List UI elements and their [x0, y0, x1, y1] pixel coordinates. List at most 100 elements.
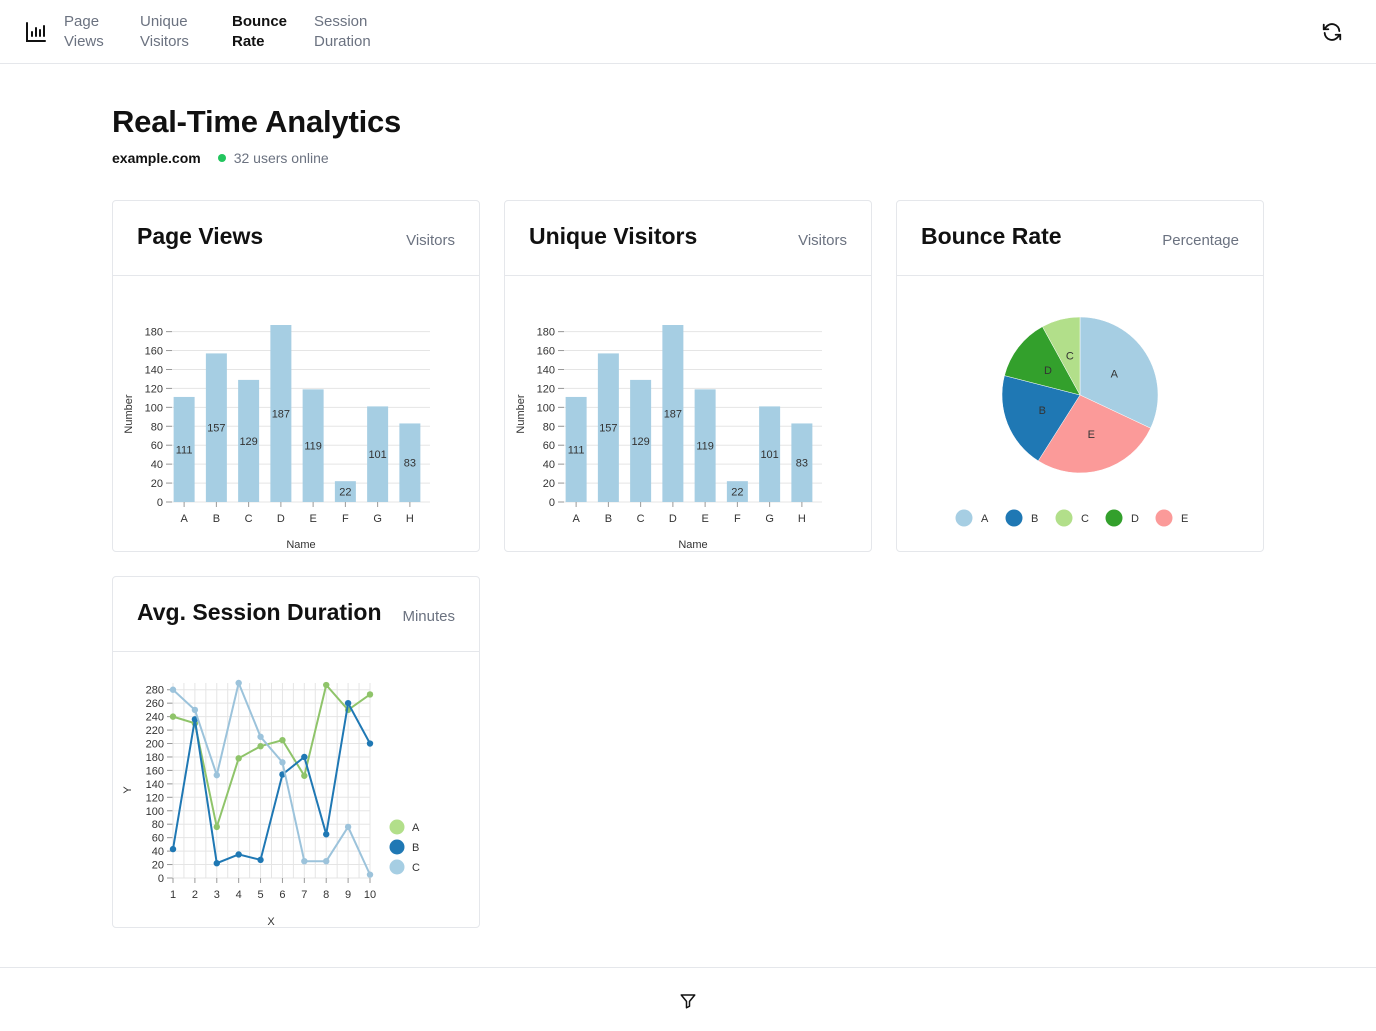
y-tick-label: 80 — [152, 819, 164, 831]
x-tick-label: H — [798, 513, 806, 525]
x-tick-label: 2 — [192, 889, 198, 901]
x-tick-label: F — [734, 513, 741, 525]
y-tick-label: 20 — [151, 478, 163, 490]
bar-value-label: 101 — [368, 449, 386, 461]
x-axis-label: X — [267, 916, 275, 927]
y-tick-label: 100 — [537, 402, 555, 414]
x-tick-label: 6 — [279, 889, 285, 901]
x-tick-label: B — [213, 513, 220, 525]
x-axis-label: Name — [678, 539, 707, 551]
legend-swatch — [1055, 509, 1073, 527]
x-tick-label: C — [245, 513, 253, 525]
x-tick-label: H — [406, 513, 414, 525]
bounce-rate-chart: A E B D C A B C D E — [955, 316, 1188, 527]
data-point — [169, 713, 177, 720]
data-point — [323, 681, 330, 689]
tab-unique-visitors[interactable]: Unique Visitors — [140, 12, 220, 52]
x-tick-label: 8 — [323, 889, 329, 901]
tab-session-duration[interactable]: Session Duration — [314, 12, 394, 52]
x-tick-label: D — [669, 513, 677, 525]
y-tick-label: 120 — [537, 383, 555, 395]
y-tick-label: 120 — [146, 792, 164, 804]
x-tick-label: 10 — [364, 889, 376, 901]
bar-value-label: 83 — [404, 458, 416, 470]
legend-swatch — [1105, 509, 1123, 527]
x-axis-label: Name — [286, 539, 315, 551]
page-views-chart: 0 20 40 60 80 100 120 140 160 180 111 A 157 B 129 C 187 D… — [123, 325, 430, 551]
tab-label: Bounce — [232, 13, 288, 30]
pie-slice-label: D — [1044, 365, 1052, 377]
bar-value-label: 157 — [207, 423, 225, 435]
y-tick-label: 60 — [152, 833, 164, 845]
x-tick-label: C — [637, 513, 645, 525]
bar-value-label: 187 — [272, 409, 290, 421]
card-header: Bounce Rate Percentage — [897, 201, 1263, 276]
legend-label: A — [412, 822, 420, 834]
y-tick-label: 180 — [537, 327, 555, 339]
bar-value-label: 129 — [239, 436, 257, 448]
y-axis-label: Number — [123, 394, 135, 433]
tab-label: Rate — [232, 33, 265, 50]
y-tick-label: 140 — [145, 364, 163, 376]
filter-icon[interactable] — [679, 992, 697, 1010]
legend-label: C — [1081, 513, 1089, 525]
x-tick-label: E — [309, 513, 316, 525]
x-tick-label: 3 — [214, 889, 220, 901]
tab-page-views[interactable]: Page Views — [64, 12, 144, 52]
tab-label: Duration — [314, 33, 371, 50]
data-point — [235, 851, 242, 858]
data-point — [257, 733, 264, 740]
y-tick-label: 140 — [537, 364, 555, 376]
y-axis-label: Y — [122, 786, 134, 794]
bar-value-label: 187 — [664, 409, 682, 421]
data-point — [344, 699, 352, 707]
y-tick-label: 80 — [543, 421, 555, 433]
card-unit: Percentage — [1162, 232, 1239, 249]
data-point — [366, 691, 374, 698]
data-point — [323, 857, 330, 865]
x-tick-label: G — [373, 513, 382, 525]
pie-slice-label: E — [1088, 429, 1095, 441]
x-tick-label: A — [572, 513, 580, 525]
y-tick-label: 180 — [146, 752, 164, 764]
online-users: 32 users online — [233, 150, 329, 166]
data-point — [366, 871, 374, 878]
y-tick-label: 260 — [146, 698, 164, 710]
bar-value-label: 111 — [176, 444, 193, 456]
data-point — [213, 771, 220, 779]
legend-label: B — [1031, 513, 1038, 525]
x-tick-label: F — [342, 513, 349, 525]
y-tick-label: 100 — [146, 806, 164, 818]
y-tick-label: 280 — [146, 685, 164, 697]
unique-visitors-chart: 0 20 40 60 80 100 120 140 160 180 111 A 157 B 129 C 187 D… — [515, 325, 822, 551]
y-tick-label: 220 — [146, 725, 164, 737]
y-tick-label: 20 — [543, 478, 555, 490]
card-header: Unique Visitors Visitors — [505, 201, 871, 276]
y-tick-label: 20 — [152, 860, 164, 872]
tab-bounce-rate[interactable]: Bounce Rate — [232, 12, 312, 52]
tab-label: Visitors — [140, 33, 189, 50]
card-header: Page Views Visitors — [113, 201, 479, 276]
data-point — [235, 679, 242, 687]
site-domain: example.com — [112, 150, 201, 166]
legend-label: A — [981, 513, 989, 525]
bar-chart-icon[interactable] — [24, 20, 48, 44]
x-tick-label: E — [701, 513, 708, 525]
card-unit: Visitors — [798, 232, 847, 249]
refresh-icon[interactable] — [1321, 21, 1343, 43]
data-point — [257, 856, 264, 864]
y-tick-label: 180 — [145, 327, 163, 339]
data-point — [169, 686, 177, 693]
x-tick-label: D — [277, 513, 285, 525]
y-tick-label: 40 — [543, 459, 555, 471]
x-tick-label: 5 — [257, 889, 263, 901]
data-point — [344, 823, 352, 831]
x-tick-label: 7 — [301, 889, 307, 901]
tab-label: Session — [314, 13, 368, 30]
card-title: Avg. Session Duration — [137, 599, 382, 625]
y-tick-label: 240 — [146, 712, 164, 724]
legend-label: E — [1181, 513, 1188, 525]
top-nav: Page Views Unique Visitors Bounce Rate S… — [0, 0, 1376, 64]
x-tick-label: 9 — [345, 889, 351, 901]
legend-swatch — [389, 839, 405, 855]
